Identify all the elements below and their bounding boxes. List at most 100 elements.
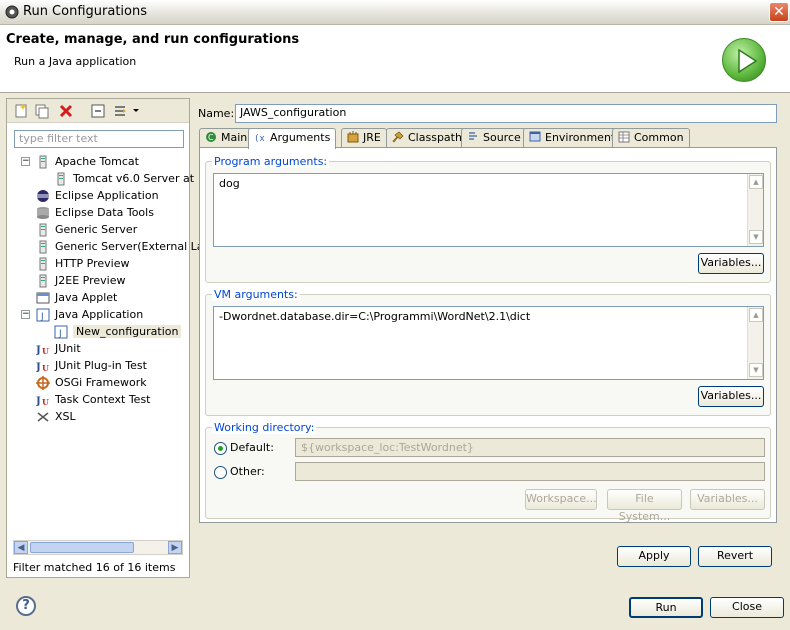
tree-item-label: HTTP Preview xyxy=(55,257,130,270)
arguments-tab-content: Program arguments: dog ▲ ▼ Variables... … xyxy=(199,147,777,523)
duplicate-icon[interactable] xyxy=(34,103,50,119)
tab-arguments[interactable]: (x) Arguments xyxy=(248,128,337,149)
other-directory-radio[interactable] xyxy=(214,466,227,479)
tree-item[interactable]: OSGi Framework xyxy=(36,374,147,391)
common-tab-icon xyxy=(618,131,630,143)
configuration-list-panel: type filter text − Apache Tomcat Tomcat v6… xyxy=(6,98,204,578)
program-arguments-group: Program arguments: dog ▲ ▼ Variables... xyxy=(205,155,771,283)
delete-icon[interactable] xyxy=(58,103,74,119)
default-directory-radio[interactable] xyxy=(214,442,227,455)
tree-item[interactable]: J New_configuration xyxy=(54,323,182,340)
collapse-all-icon[interactable] xyxy=(90,103,106,119)
tree-item[interactable]: J2EE Preview xyxy=(36,272,125,289)
scroll-down-arrow-icon[interactable]: ▼ xyxy=(749,363,763,377)
tree-item[interactable]: J U Task Context Test xyxy=(35,391,151,408)
tab-classpath[interactable]: Classpath xyxy=(386,128,468,148)
tree-item-label: New_configuration xyxy=(73,325,182,338)
tree-item-label: Java Applet xyxy=(55,291,118,304)
tree-item[interactable]: Generic Server(External La xyxy=(36,238,204,255)
junit-icon: JU xyxy=(35,393,50,407)
collapse-toggle-icon[interactable]: − xyxy=(21,157,30,166)
tab-common[interactable]: Common xyxy=(612,128,690,148)
close-button[interactable]: Close xyxy=(710,597,784,618)
tree-item-label: Apache Tomcat xyxy=(55,155,139,168)
tree-item[interactable]: Java Applet xyxy=(36,289,117,306)
junit-icon: JU xyxy=(35,342,50,356)
program-arguments-value: dog xyxy=(219,177,240,190)
tab-main[interactable]: C Main xyxy=(199,128,254,148)
configuration-name-input[interactable]: JAWS_configuration xyxy=(235,104,777,123)
title-bar: Run Configurations ✕ xyxy=(0,0,790,25)
configuration-toolbar xyxy=(7,99,189,123)
svg-text:(x): (x) xyxy=(254,134,266,143)
revert-button[interactable]: Revert xyxy=(698,546,772,567)
collapse-toggle-icon[interactable]: − xyxy=(21,310,30,319)
tree-item-label: Tomcat v6.0 Server at xyxy=(73,172,195,185)
file-system-button[interactable]: File System... xyxy=(607,489,682,523)
close-window-button[interactable]: ✕ xyxy=(769,2,789,22)
tab-environment[interactable]: Environment xyxy=(523,128,622,148)
banner-headline: Create, manage, and run configurations xyxy=(6,32,300,47)
tree-item[interactable]: J U JUnit Plug-in Test xyxy=(35,357,147,374)
filter-icon[interactable] xyxy=(113,103,129,119)
program-variables-button[interactable]: Variables... xyxy=(698,253,764,274)
scroll-up-arrow-icon[interactable]: ▲ xyxy=(749,308,763,322)
program-arguments-textarea[interactable]: dog ▲ ▼ xyxy=(213,173,764,247)
tree-item[interactable]: HTTP Preview xyxy=(36,255,129,272)
svg-text:U: U xyxy=(42,363,49,373)
filter-dropdown-chevron-icon[interactable] xyxy=(132,108,140,114)
main-tab-icon: C xyxy=(205,131,217,143)
tree-item[interactable]: Eclipse Data Tools xyxy=(36,204,154,221)
server-icon xyxy=(36,257,50,271)
tree-item-label: OSGi Framework xyxy=(55,376,147,389)
tree-item-label: JUnit xyxy=(55,342,81,355)
vm-arguments-group: VM arguments: -Dwordnet.database.dir=C:\… xyxy=(205,288,771,416)
tree-item[interactable]: − J Java Application xyxy=(21,306,143,323)
working-dir-variables-button[interactable]: Variables... xyxy=(690,489,765,510)
svg-text:U: U xyxy=(42,346,49,356)
environment-tab-icon xyxy=(529,131,541,143)
run-configurations-window-icon xyxy=(5,5,19,19)
program-arguments-scrollbar[interactable]: ▲ ▼ xyxy=(747,174,763,246)
tree-item-label: XSL xyxy=(55,410,76,423)
classpath-tab-icon xyxy=(392,131,404,143)
workspace-button[interactable]: Workspace... xyxy=(525,489,597,510)
help-icon[interactable]: ? xyxy=(16,596,36,616)
eclipse-icon xyxy=(36,189,50,203)
run-button[interactable]: Run xyxy=(629,597,703,618)
tree-item[interactable]: XSL xyxy=(36,408,76,425)
tab-label: JRE xyxy=(363,131,381,144)
filter-input[interactable]: type filter text xyxy=(14,130,184,148)
tab-source[interactable]: Source xyxy=(461,128,527,148)
tab-label: Common xyxy=(634,131,684,144)
tree-item[interactable]: J U JUnit xyxy=(35,340,81,357)
svg-text:J: J xyxy=(58,329,62,339)
default-directory-input: ${workspace_loc:TestWordnet} xyxy=(295,438,765,457)
svg-text:U: U xyxy=(42,397,49,407)
vm-arguments-textarea[interactable]: -Dwordnet.database.dir=C:\Programmi\Word… xyxy=(213,306,764,380)
vm-arguments-scrollbar[interactable]: ▲ ▼ xyxy=(747,307,763,379)
other-directory-input[interactable] xyxy=(295,462,765,481)
tree-item[interactable]: Eclipse Application xyxy=(36,187,159,204)
applet-icon xyxy=(36,291,50,305)
scroll-up-arrow-icon[interactable]: ▲ xyxy=(749,175,763,189)
scroll-left-arrow-icon[interactable]: ◀ xyxy=(14,541,28,554)
scroll-down-arrow-icon[interactable]: ▼ xyxy=(749,230,763,244)
tree-item-label: Eclipse Application xyxy=(55,189,159,202)
tab-jre[interactable]: JRE xyxy=(341,128,387,148)
program-arguments-label: Program arguments: xyxy=(212,155,330,168)
jre-tab-icon xyxy=(347,131,359,143)
apply-button[interactable]: Apply xyxy=(617,546,691,567)
tab-label: Main xyxy=(221,131,248,144)
window-title: Run Configurations xyxy=(23,4,147,19)
tree-item[interactable]: Generic Server xyxy=(36,221,137,238)
svg-text:J: J xyxy=(36,345,41,356)
new-config-icon[interactable] xyxy=(13,103,29,119)
scrollbar-thumb[interactable] xyxy=(30,542,134,553)
tree-horizontal-scrollbar[interactable]: ◀ ▶ xyxy=(13,540,183,555)
tree-item-label: JUnit Plug-in Test xyxy=(55,359,147,372)
tree-item[interactable]: − Apache Tomcat xyxy=(21,153,139,170)
scroll-right-arrow-icon[interactable]: ▶ xyxy=(168,541,182,554)
vm-variables-button[interactable]: Variables... xyxy=(698,386,764,407)
tree-item[interactable]: Tomcat v6.0 Server at xyxy=(54,170,194,187)
